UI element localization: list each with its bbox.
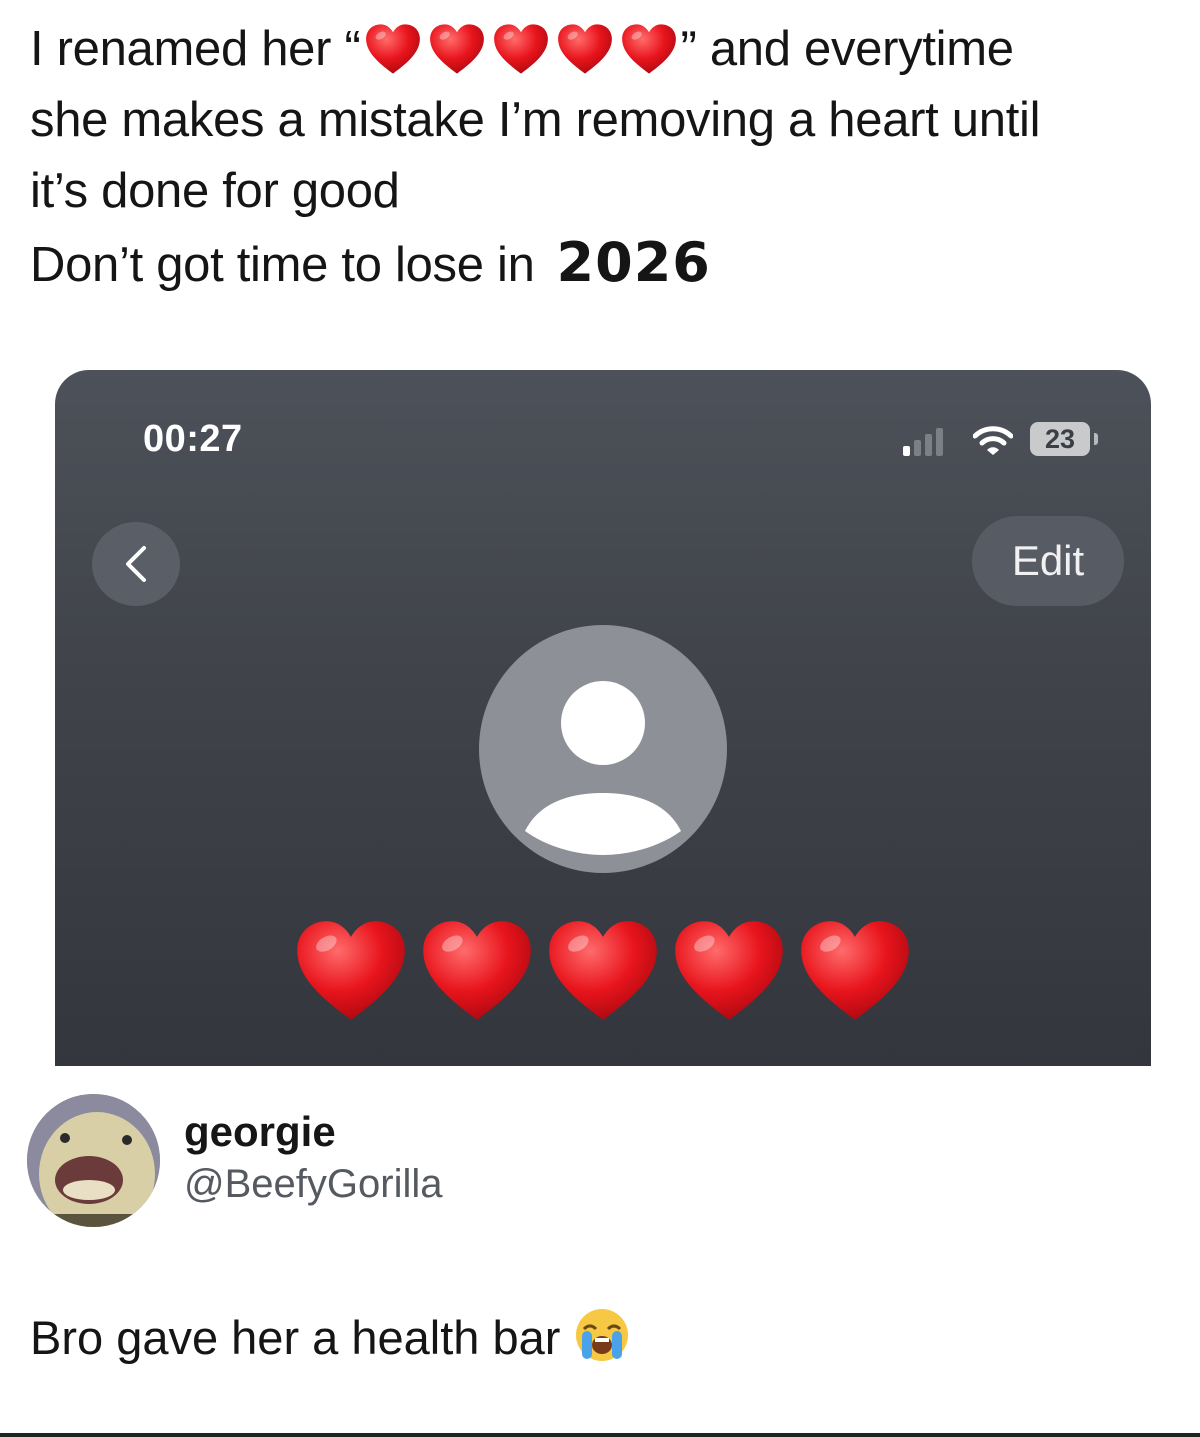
- red-heart-icon: [295, 918, 407, 1023]
- post-line-2: she makes a mistake I’m removing a heart…: [30, 93, 1041, 147]
- red-heart-icon: [557, 23, 613, 75]
- contact-screenshot: 00:27 23 Edit: [55, 370, 1151, 1066]
- contact-avatar-icon: [479, 625, 727, 873]
- year-label: 2026: [556, 231, 711, 294]
- divider: [0, 1433, 1200, 1437]
- red-heart-icon: [673, 918, 785, 1023]
- red-heart-icon: [429, 23, 485, 75]
- battery-tip: [1094, 433, 1098, 445]
- post-line-1: I renamed her “” and everytime: [30, 22, 1014, 76]
- contact-name-hearts: [295, 918, 915, 1028]
- status-time: 00:27: [143, 418, 243, 460]
- red-heart-icon: [799, 918, 911, 1023]
- post-line-4: Don’t got time to lose in 2026: [30, 231, 711, 294]
- reply-text: Bro gave her a health bar: [30, 1307, 630, 1365]
- back-button[interactable]: [92, 522, 180, 606]
- post-line-3: it’s done for good: [30, 164, 400, 218]
- red-heart-icon: [421, 918, 533, 1023]
- red-heart-icon: [621, 23, 677, 75]
- red-heart-icon: [547, 918, 659, 1023]
- signal-icon: [903, 428, 943, 456]
- red-heart-icon: [493, 23, 549, 75]
- wifi-icon: [973, 426, 1013, 455]
- edit-button[interactable]: Edit: [972, 516, 1124, 606]
- user-handle[interactable]: @BeefyGorilla: [184, 1162, 442, 1207]
- post-text: I renamed her “” and everytime she makes…: [30, 14, 1180, 301]
- duck-avatar-image: [27, 1094, 160, 1227]
- avatar[interactable]: [27, 1094, 160, 1227]
- display-name[interactable]: georgie: [184, 1108, 336, 1156]
- red-heart-icon: [365, 23, 421, 75]
- battery-indicator: 23: [1030, 422, 1090, 456]
- chevron-left-icon: [126, 546, 146, 582]
- loudly-crying-face-icon: [574, 1307, 630, 1363]
